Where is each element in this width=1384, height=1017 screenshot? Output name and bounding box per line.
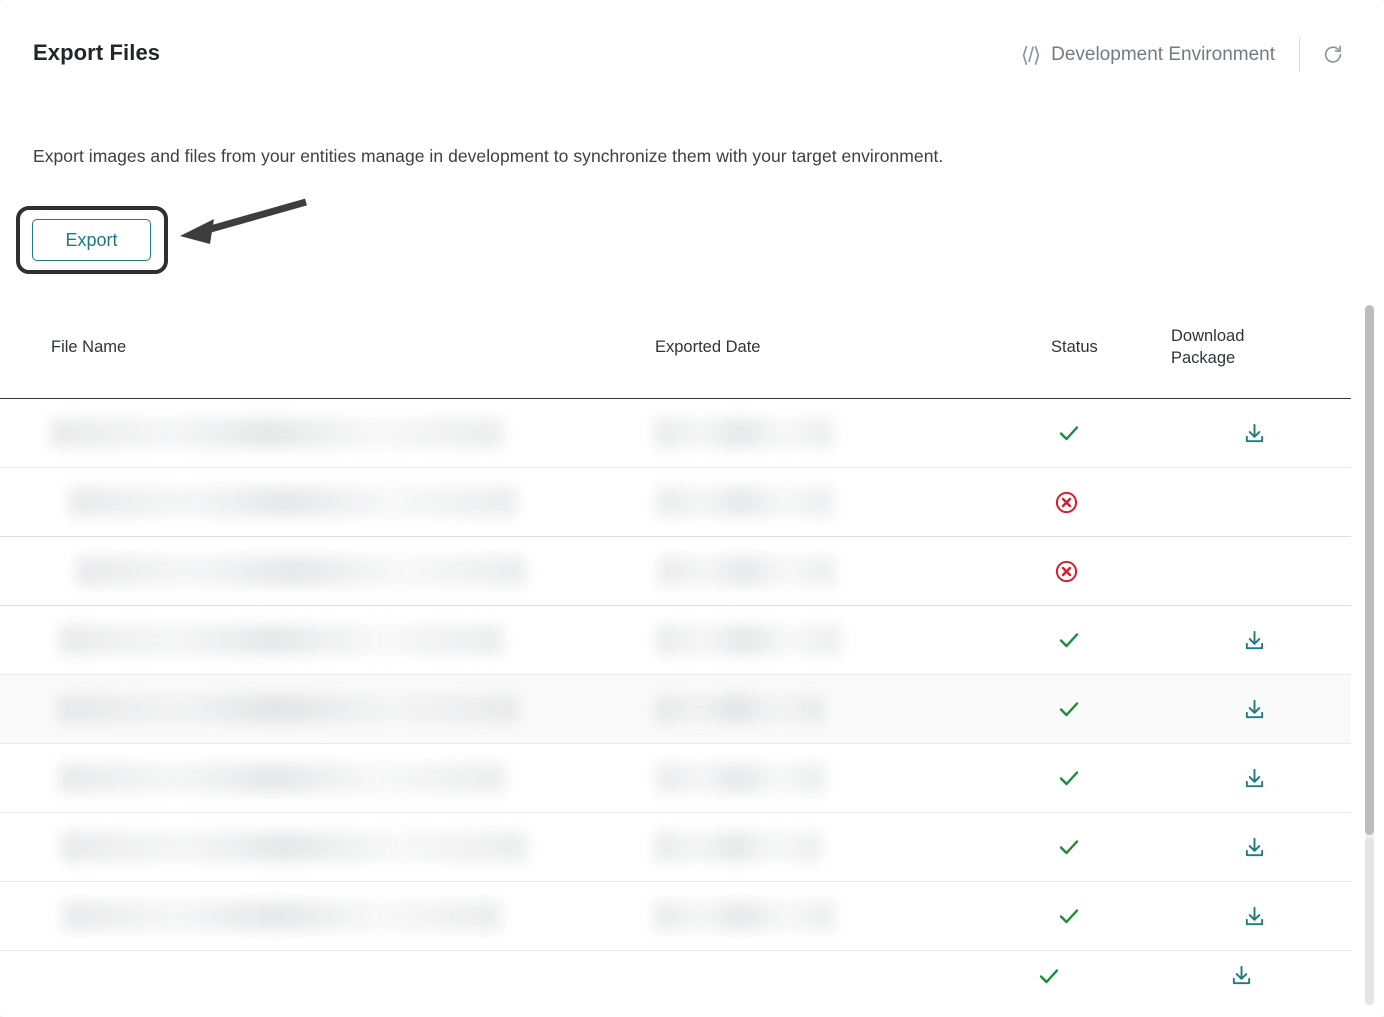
status-success-check-icon (1039, 969, 1059, 984)
table-row[interactable] (0, 398, 1351, 468)
status-error-icon (1055, 560, 1078, 582)
redacted-exported-date (655, 418, 833, 448)
redacted-file-name (59, 763, 505, 793)
cell-status (1051, 398, 1171, 468)
download-icon[interactable] (1243, 422, 1266, 445)
code-brackets-icon: ⟨/⟩ (1020, 43, 1041, 67)
page-title: Export Files (33, 40, 161, 65)
cell-file-name (0, 398, 655, 468)
table-row[interactable] (0, 944, 1336, 1017)
redacted-exported-date (655, 694, 825, 724)
redacted-exported-date (655, 901, 835, 931)
redacted-file-name (51, 418, 503, 448)
table-row[interactable] (0, 674, 1351, 744)
export-files-table: File Name Exported Date Status Download … (0, 296, 1351, 951)
environment-indicator: ⟨/⟩ Development Environment (1021, 38, 1344, 72)
cell-file-name (0, 605, 655, 675)
cell-status (1051, 743, 1171, 813)
column-header-status[interactable]: Status (1051, 296, 1171, 399)
download-icon[interactable] (1243, 698, 1266, 721)
cell-status (1051, 881, 1171, 951)
cell-download[interactable] (1171, 605, 1351, 675)
status-success-check-icon (1059, 702, 1079, 717)
table-row[interactable] (0, 536, 1351, 606)
redacted-file-name (59, 625, 503, 655)
table-header-row: File Name Exported Date Status Download … (0, 296, 1351, 399)
export-files-page: Export Files ⟨/⟩ Development Environment… (0, 0, 1384, 1017)
column-header-exported-date[interactable]: Exported Date (655, 296, 1051, 399)
download-icon[interactable] (1243, 767, 1266, 790)
cell-file-name (0, 674, 655, 744)
redacted-file-name (63, 901, 501, 931)
cell-status (1051, 605, 1171, 675)
status-success-check-icon (1059, 909, 1079, 924)
status-success-check-icon (1059, 633, 1079, 648)
table-body (0, 398, 1351, 951)
status-success-check-icon (1059, 840, 1079, 855)
cell-status (1051, 467, 1171, 537)
download-icon[interactable] (1230, 964, 1253, 987)
redacted-exported-date (659, 556, 835, 586)
cell-status (1051, 674, 1171, 744)
download-header-line2: Package (1171, 349, 1236, 367)
download-icon[interactable] (1243, 836, 1266, 859)
redacted-file-name (69, 487, 517, 517)
page-header: Export Files ⟨/⟩ Development Environment (0, 0, 1384, 108)
cell-download[interactable] (1171, 881, 1351, 951)
cell-file-name (0, 812, 655, 882)
cell-download[interactable] (1171, 398, 1351, 468)
cell-exported-date (655, 605, 1051, 675)
cell-status (1051, 812, 1171, 882)
cell-file-name (0, 467, 655, 537)
status-error-icon (1055, 491, 1078, 513)
cell-status (1051, 536, 1171, 606)
cell-exported-date (655, 536, 1051, 606)
redacted-exported-date (657, 763, 825, 793)
cell-file-name (0, 881, 655, 951)
table-row[interactable] (0, 743, 1351, 813)
redacted-file-name (57, 694, 519, 724)
refresh-icon (1324, 45, 1342, 63)
redacted-file-name (61, 832, 527, 862)
cell-exported-date (655, 674, 1051, 744)
environment-label: Development Environment (1051, 44, 1275, 65)
page-description: Export images and files from your entiti… (33, 146, 944, 166)
download-header-line1: Download (1171, 326, 1245, 345)
column-header-file-name[interactable]: File Name (0, 296, 655, 399)
cell-download[interactable] (1171, 674, 1351, 744)
redacted-exported-date (657, 487, 833, 517)
table-row[interactable] (0, 605, 1351, 675)
table-row[interactable] (0, 881, 1351, 951)
cell-exported-date (655, 812, 1051, 882)
status-success-check-icon (1059, 771, 1079, 786)
cell-file-name (0, 743, 655, 813)
export-files-table-region: File Name Exported Date Status Download … (0, 296, 1384, 1017)
vertical-scrollbar-lower[interactable] (1365, 838, 1374, 1005)
header-divider (1299, 38, 1300, 72)
cell-exported-date (655, 743, 1051, 813)
table-row[interactable] (0, 812, 1351, 882)
cell-download (1171, 467, 1351, 537)
download-icon[interactable] (1243, 905, 1266, 928)
column-header-download-package[interactable]: Download Package (1171, 296, 1351, 399)
redacted-exported-date (657, 625, 841, 655)
cell-file-name (0, 536, 655, 606)
annotation-arrow-icon (180, 198, 307, 244)
download-icon[interactable] (1243, 629, 1266, 652)
export-button[interactable]: Export (32, 219, 151, 261)
cell-download[interactable] (1171, 743, 1351, 813)
vertical-scrollbar-thumb[interactable] (1365, 305, 1374, 835)
table-row[interactable] (0, 467, 1351, 537)
refresh-button[interactable] (1322, 44, 1344, 66)
redacted-exported-date (655, 832, 821, 862)
cell-exported-date (655, 467, 1051, 537)
status-success-check-icon (1059, 426, 1079, 441)
cell-download[interactable] (1171, 812, 1351, 882)
cell-exported-date (655, 398, 1051, 468)
table-header: File Name Exported Date Status Download … (0, 296, 1351, 399)
cell-exported-date (655, 881, 1051, 951)
cell-download (1171, 536, 1351, 606)
redacted-file-name (76, 556, 526, 586)
